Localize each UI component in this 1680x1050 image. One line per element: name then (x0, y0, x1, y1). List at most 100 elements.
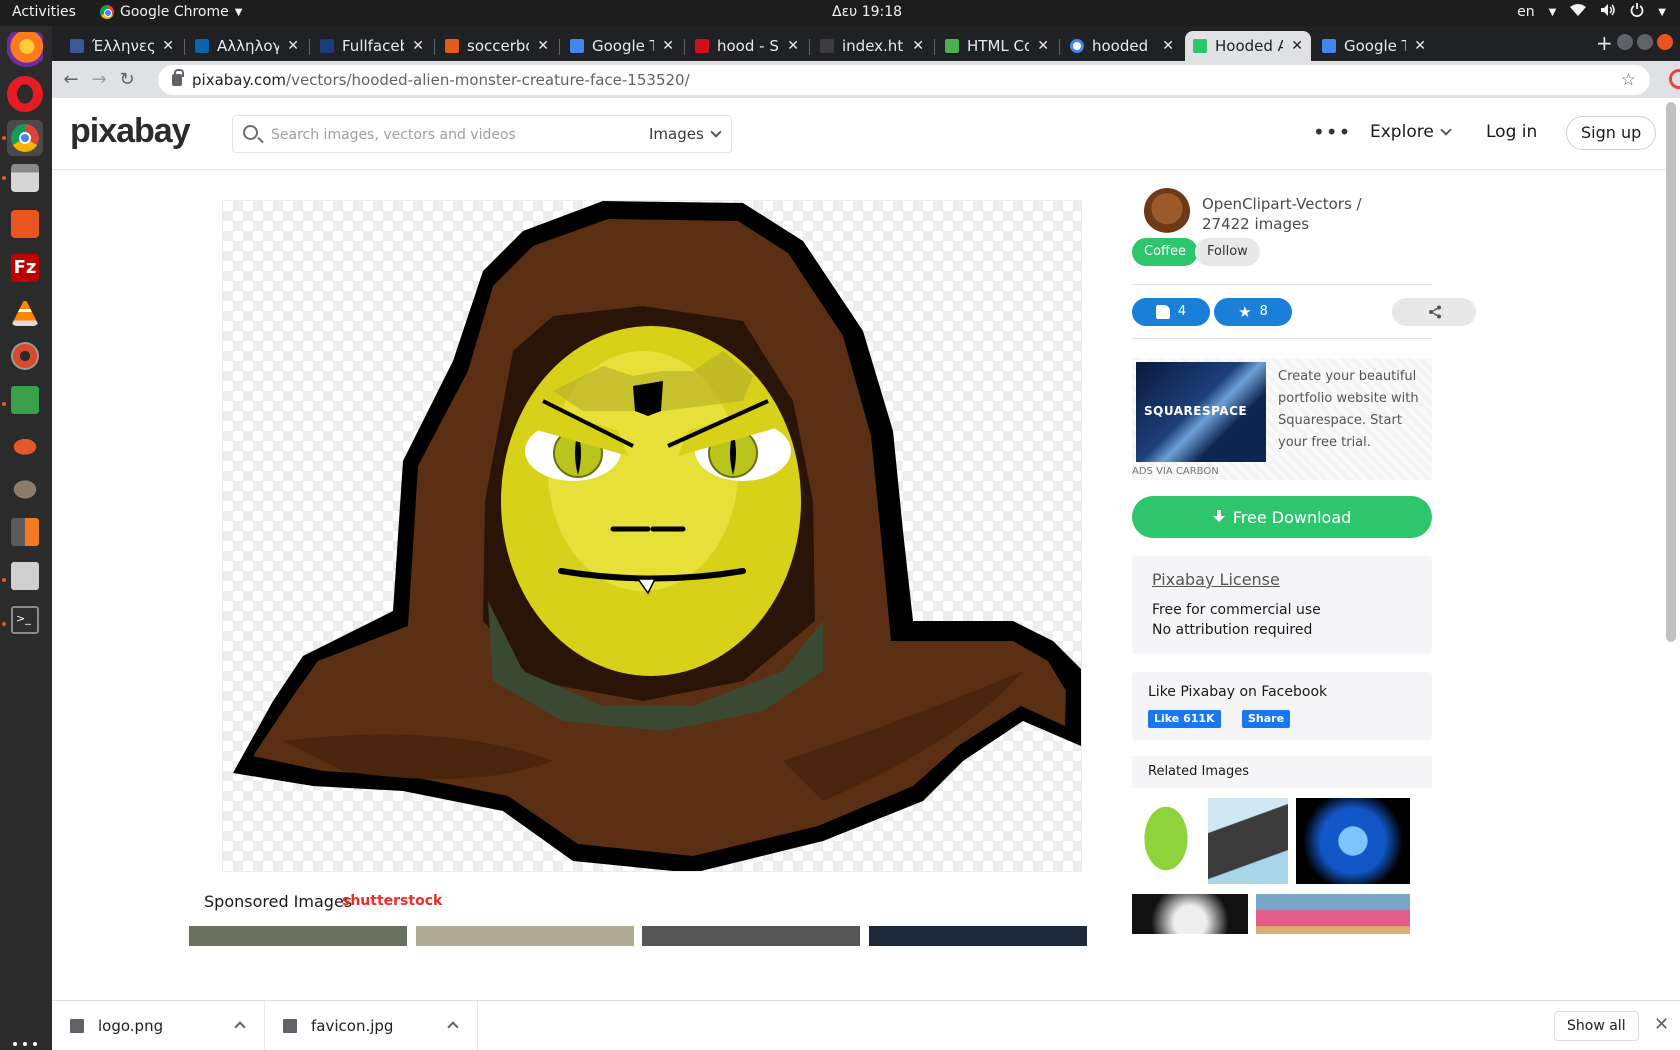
calculator-icon[interactable] (11, 518, 39, 546)
facebook-like-button[interactable]: Like 611K (1148, 710, 1221, 728)
author-info[interactable]: OpenClipart-Vectors / 27422 images (1202, 194, 1412, 234)
related-image-thumb[interactable] (1132, 894, 1248, 934)
lock-icon[interactable] (172, 69, 184, 86)
browser-tab-active[interactable]: Hooded A ✕ (1185, 31, 1311, 61)
bookmark-star-icon[interactable]: ☆ (1621, 70, 1636, 90)
address-bar[interactable]: pixabay.com /vectors/hooded-alien-monste… (158, 65, 1650, 95)
close-icon[interactable]: ✕ (287, 38, 299, 54)
related-image-thumb[interactable] (1132, 798, 1200, 888)
sponsored-image-thumb[interactable] (869, 926, 1087, 946)
signup-button[interactable]: Sign up (1566, 116, 1657, 150)
browser-tab[interactable]: index.htm ✕ (812, 31, 932, 61)
download-item[interactable]: favicon.jpg (265, 1001, 478, 1050)
close-icon[interactable]: ✕ (1037, 38, 1049, 54)
activities-button[interactable]: Activities (12, 4, 76, 20)
browser-tab[interactable]: Google Tr ✕ (1314, 31, 1434, 61)
browser-tab[interactable]: HTML Col ✕ (937, 31, 1057, 61)
close-icon[interactable]: ✕ (537, 38, 549, 54)
app-menu[interactable]: Google Chrome ▼ (100, 4, 242, 20)
close-icon[interactable]: ✕ (162, 38, 174, 54)
chrome-icon[interactable] (7, 120, 43, 156)
close-icon[interactable]: ✕ (662, 38, 674, 54)
shutterstock-logo[interactable]: shutterstock (342, 893, 442, 909)
close-window-button[interactable] (1657, 34, 1673, 50)
sponsored-image-thumb[interactable] (416, 926, 634, 946)
extension-icon[interactable] (1669, 69, 1680, 89)
more-menu-icon[interactable]: ••• (1313, 120, 1351, 144)
search-scope-dropdown[interactable]: Images (649, 125, 722, 143)
search-icon[interactable] (243, 125, 258, 140)
ad-attribution[interactable]: ADS VIA CARBON (1132, 466, 1219, 477)
chevron-up-icon[interactable] (234, 1021, 246, 1033)
ad-image[interactable]: SQUARESPACE (1136, 362, 1266, 462)
page-scrollbar[interactable] (1666, 102, 1676, 642)
software-center-icon[interactable] (11, 210, 39, 238)
coffee-button[interactable]: Coffee (1132, 238, 1198, 266)
filezilla-icon[interactable]: Fz (11, 254, 39, 282)
share-button[interactable] (1392, 298, 1476, 326)
show-all-downloads-button[interactable]: Show all (1554, 1011, 1639, 1041)
related-image-thumb[interactable] (1256, 894, 1410, 934)
close-icon[interactable]: ✕ (787, 38, 799, 54)
settings-icon[interactable] (11, 342, 39, 370)
new-tab-button[interactable]: + (1596, 31, 1613, 55)
free-download-button[interactable]: Free Download (1132, 496, 1432, 538)
browser-tab[interactable]: Google Tr ✕ (562, 31, 682, 61)
close-icon[interactable]: ✕ (1291, 38, 1303, 54)
facebook-title: Like Pixabay on Facebook (1148, 684, 1328, 700)
system-tray[interactable]: en ▼ ▼ (1517, 3, 1666, 21)
tab-favicon (195, 39, 209, 53)
license-link[interactable]: Pixabay License (1152, 570, 1280, 589)
close-icon[interactable]: ✕ (1654, 1014, 1669, 1035)
browser-tab[interactable]: soccerbot ✕ (437, 31, 557, 61)
close-icon[interactable]: ✕ (1414, 38, 1426, 54)
browser-tab[interactable]: Έλληνες Γ ✕ (62, 31, 182, 61)
ad-text[interactable]: Create your beautiful portfolio website … (1278, 366, 1428, 454)
main-image[interactable] (222, 200, 1082, 872)
search-input[interactable] (271, 122, 631, 148)
screenshot-icon[interactable] (11, 562, 39, 590)
maximize-button[interactable] (1637, 34, 1653, 50)
app-icon[interactable] (11, 386, 39, 414)
opera-icon[interactable] (7, 76, 43, 112)
favorite-button[interactable]: ★ 8 (1214, 298, 1292, 326)
follow-button[interactable]: Follow (1195, 238, 1260, 266)
close-icon[interactable]: ✕ (912, 38, 924, 54)
gimp-icon[interactable] (11, 474, 39, 502)
browser-tab[interactable]: Αλληλογρ ✕ (187, 31, 307, 61)
sponsored-images-label: Sponsored Images (204, 892, 353, 911)
chevron-up-icon[interactable] (447, 1021, 459, 1033)
back-button[interactable]: ← (60, 69, 82, 90)
pixabay-logo[interactable]: pixabay (70, 112, 191, 151)
reload-button[interactable]: ↻ (116, 69, 138, 90)
login-link[interactable]: Log in (1486, 122, 1537, 142)
forward-button[interactable]: → (88, 69, 110, 90)
files-icon[interactable] (11, 164, 39, 192)
carbon-ad[interactable]: SQUARESPACE Create your beautiful portfo… (1132, 358, 1432, 480)
like-button[interactable]: 4 (1132, 298, 1210, 326)
close-icon[interactable]: ✕ (412, 38, 424, 54)
language-indicator[interactable]: en (1517, 4, 1535, 20)
explore-menu[interactable]: Explore (1370, 122, 1452, 142)
power-icon (1630, 3, 1644, 21)
browser-tab[interactable]: Fullfaceb ✕ (312, 31, 432, 61)
sponsored-image-thumb[interactable] (642, 926, 860, 946)
browser-tab[interactable]: hood - Sea ✕ (687, 31, 807, 61)
author-avatar[interactable] (1144, 188, 1190, 234)
terminal-icon[interactable]: >_ (11, 606, 39, 634)
related-image-thumb[interactable] (1208, 798, 1288, 884)
show-applications-button[interactable] (13, 1042, 37, 1050)
close-icon[interactable]: ✕ (1162, 38, 1174, 54)
sponsored-image-thumb[interactable] (189, 926, 407, 946)
browser-tab[interactable]: hooded m ✕ (1062, 31, 1182, 61)
license-panel: Pixabay License Free for commercial use … (1132, 556, 1432, 654)
squarespace-logo: SQUARESPACE (1144, 404, 1248, 418)
download-item[interactable]: logo.png (52, 1001, 265, 1050)
facebook-share-button[interactable]: Share (1242, 710, 1291, 728)
firefox-icon[interactable] (7, 32, 43, 68)
vlc-icon[interactable] (11, 298, 39, 326)
clock[interactable]: Δευ 19:18 (832, 4, 902, 20)
minimize-button[interactable] (1617, 34, 1633, 50)
related-image-thumb[interactable] (1296, 798, 1410, 884)
lotus-icon[interactable] (11, 430, 39, 458)
